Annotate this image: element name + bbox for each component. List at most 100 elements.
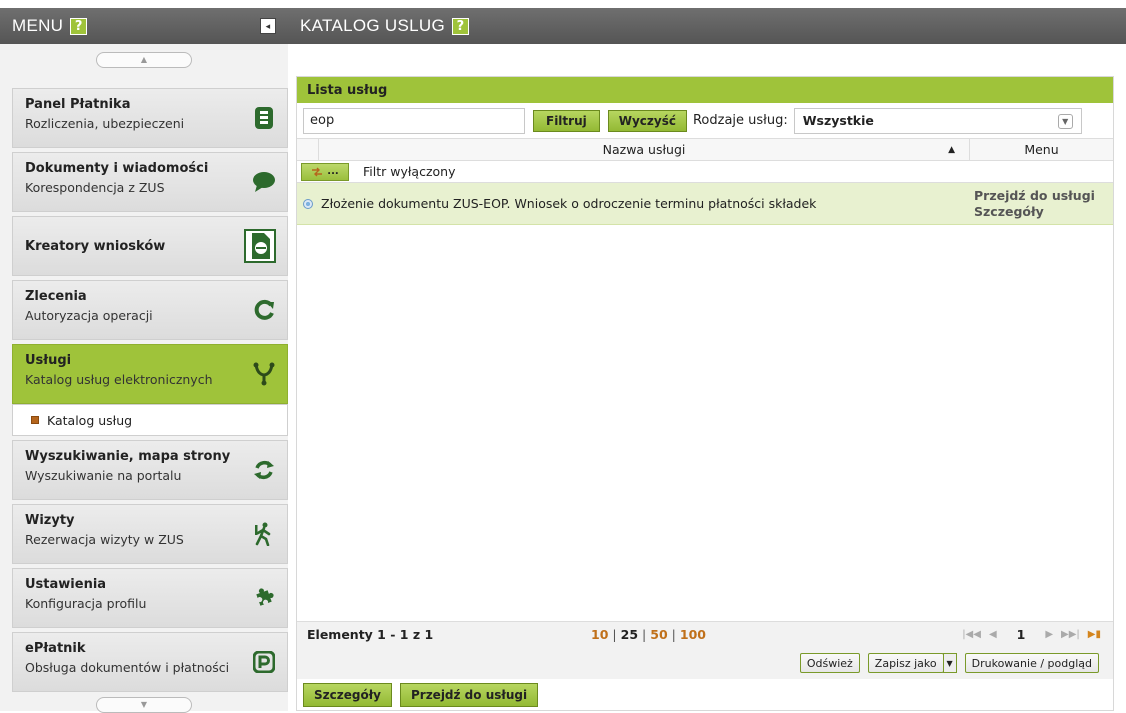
chevron-down-icon[interactable]: ▼: [1057, 113, 1073, 129]
service-type-value: Wszystkie: [802, 113, 874, 128]
sidebar-item-subtitle: Rezerwacja wizyty w ZUS: [25, 532, 184, 547]
sidebar-item-title: Wizyty: [25, 513, 75, 528]
sidebar: MENU ? ◂ ▲ Panel Płatnika Rozliczenia, u…: [0, 8, 288, 713]
collapse-sidebar-button[interactable]: ◂: [260, 18, 276, 34]
row-select[interactable]: [297, 183, 319, 224]
sidebar-item-title: Dokumenty i wiadomości: [25, 161, 209, 176]
details-button[interactable]: Szczegóły: [303, 682, 392, 707]
radio-icon[interactable]: [303, 198, 313, 209]
main-content: KATALOG USLUG ? Lista usług eop Filtruj …: [288, 8, 1126, 711]
epayer-icon: [251, 649, 277, 675]
document-wizard-icon: [243, 229, 277, 263]
help-icon[interactable]: ?: [70, 17, 88, 35]
walking-person-icon: [251, 521, 277, 547]
refresh-arrow-icon: [251, 297, 277, 323]
search-input[interactable]: eop: [303, 107, 525, 134]
sync-icon: [251, 457, 277, 483]
sidebar-item-zlecenia[interactable]: Zlecenia Autoryzacja operacji: [12, 280, 288, 340]
speech-bubble-icon: [251, 169, 277, 195]
sidebar-item-title: Zlecenia: [25, 289, 87, 304]
filter-bar: eop Filtruj Wyczyść Rodzaje usług: Wszys…: [297, 103, 1113, 139]
sidebar-item-subtitle: Obsługa dokumentów i płatności: [25, 660, 230, 675]
column-header-label: Nazwa usługi: [602, 142, 686, 157]
save-as-button[interactable]: Zapisz jako: [867, 653, 944, 673]
scroll-up-button[interactable]: ▲: [96, 52, 192, 68]
save-as-dropdown-icon[interactable]: ▼: [942, 653, 957, 673]
go-to-service-button[interactable]: Przejdź do usługi: [399, 682, 539, 707]
filter-status-row: ... Filtr wyłączony: [297, 161, 1113, 183]
grid-header: Nazwa usługi ▲ Menu: [297, 139, 1113, 161]
table-row[interactable]: Złożenie dokumentu ZUS-EOP. Wniosek o od…: [297, 183, 1113, 225]
sidebar-menu: Panel Płatnika Rozliczenia, ubezpieczeni…: [12, 88, 288, 696]
sidebar-item-subtitle: Rozliczenia, ubezpieczeni: [25, 116, 185, 131]
column-header-menu: Menu: [1024, 142, 1059, 157]
sidebar-item-wyszukiwanie[interactable]: Wyszukiwanie, mapa strony Wyszukiwanie n…: [12, 440, 288, 500]
prev-page-icon[interactable]: ◀: [989, 629, 997, 640]
element-count: Elementy 1 - 1 z 1: [307, 627, 434, 642]
panel-title: Lista usług: [297, 77, 1113, 103]
page-size-25[interactable]: 25: [621, 627, 638, 642]
filter-toggle-label: ...: [327, 166, 339, 177]
bullet-icon: [31, 416, 39, 424]
row-service-name: Złożenie dokumentu ZUS-EOP. Wniosek o od…: [321, 196, 817, 211]
filter-button[interactable]: Filtruj: [533, 109, 600, 132]
top-strip: [0, 0, 1126, 8]
filter-arrows-icon: [312, 167, 323, 176]
payer-panel-icon: [251, 105, 277, 131]
sidebar-subitem-katalog-uslug[interactable]: Katalog usług: [12, 404, 288, 436]
sidebar-item-wizyty[interactable]: Wizyty Rezerwacja wizyty w ZUS: [12, 504, 288, 564]
sidebar-header: MENU ? ◂: [0, 8, 288, 44]
page-size-options: 10 | 25 | 50 | 100: [591, 627, 706, 642]
details-link[interactable]: Szczegóły: [974, 204, 1113, 220]
next-page-icon[interactable]: ▶: [1045, 629, 1053, 640]
filter-status-text: Filtr wyłączony: [363, 164, 456, 179]
first-page-icon[interactable]: |◀◀: [962, 629, 981, 640]
sidebar-item-dokumenty[interactable]: Dokumenty i wiadomości Korespondencja z …: [12, 152, 288, 212]
sidebar-subitem-label: Katalog usług: [47, 412, 133, 428]
clear-button[interactable]: Wyczyść: [607, 109, 687, 132]
column-header-name[interactable]: Nazwa usługi ▲: [319, 139, 970, 160]
sidebar-item-subtitle: Katalog usług elektronicznych: [25, 372, 213, 387]
sidebar-item-subtitle: Autoryzacja operacji: [25, 308, 153, 323]
action-toolbar: Odśwież Zapisz jako ▼ Drukowanie / podgl…: [297, 647, 1113, 679]
sidebar-item-title: Ustawienia: [25, 577, 107, 592]
bottom-actions: Szczegóły Przejdź do usługi: [297, 679, 1113, 710]
current-page: 1: [1016, 627, 1026, 642]
sidebar-item-title: Panel Płatnika: [25, 97, 131, 112]
filter-toggle-button[interactable]: ...: [301, 162, 349, 181]
sidebar-item-kreatory[interactable]: Kreatory wniosków: [12, 216, 288, 276]
grid-header-select: [297, 139, 319, 160]
pager: Elementy 1 - 1 z 1 10 | 25 | 50 | 100 |◀◀ ◀ 1 …: [297, 621, 1113, 647]
sidebar-item-subtitle: Korespondencja z ZUS: [25, 180, 165, 195]
sidebar-item-subtitle: Wyszukiwanie na portalu: [25, 468, 182, 483]
print-preview-button[interactable]: Drukowanie / podgląd: [964, 653, 1099, 673]
sidebar-item-panel-platnika[interactable]: Panel Płatnika Rozliczenia, ubezpieczeni: [12, 88, 288, 148]
sidebar-item-uslugi[interactable]: Usługi Katalog usług elektronicznych: [12, 344, 288, 404]
last-page-icon[interactable]: ▶▶|: [1061, 629, 1080, 640]
page-size-100[interactable]: 100: [680, 627, 706, 642]
sidebar-item-title: Kreatory wniosków: [25, 239, 166, 254]
sidebar-item-title: Usługi: [25, 353, 72, 368]
services-list-panel: Lista usług eop Filtruj Wyczyść Rodzaje …: [296, 76, 1114, 711]
sidebar-item-title: Wyszukiwanie, mapa strony: [25, 449, 231, 464]
service-type-label: Rodzaje usług:: [692, 113, 788, 128]
sidebar-item-title: ePłatnik: [25, 641, 86, 656]
sidebar-item-subtitle: Konfiguracja profilu: [25, 596, 147, 611]
sort-ascending-icon[interactable]: ▲: [948, 139, 955, 161]
page-size-10[interactable]: 10: [591, 627, 608, 642]
row-menu: Przejdź do usługi Szczegóły: [970, 183, 1113, 224]
sidebar-title: MENU: [12, 16, 64, 35]
main-header: KATALOG USLUG ?: [288, 8, 1126, 44]
help-icon[interactable]: ?: [451, 17, 469, 35]
go-to-service-link[interactable]: Przejdź do usługi: [974, 188, 1113, 204]
service-type-select[interactable]: Wszystkie ▼: [793, 107, 1082, 134]
go-to-last-icon[interactable]: ▶▮: [1088, 629, 1101, 640]
sidebar-item-eplatnik[interactable]: ePłatnik Obsługa dokumentów i płatności: [12, 632, 288, 692]
refresh-button[interactable]: Odśwież: [799, 653, 860, 673]
puzzle-icon: [251, 585, 277, 611]
sidebar-item-ustawienia[interactable]: Ustawienia Konfiguracja profilu: [12, 568, 288, 628]
services-icon: [251, 361, 277, 387]
page-size-50[interactable]: 50: [650, 627, 667, 642]
pager-navigation: |◀◀ ◀ 1 ▶ ▶▶| ▶▮: [962, 627, 1101, 642]
page-title: KATALOG USLUG: [300, 16, 445, 35]
